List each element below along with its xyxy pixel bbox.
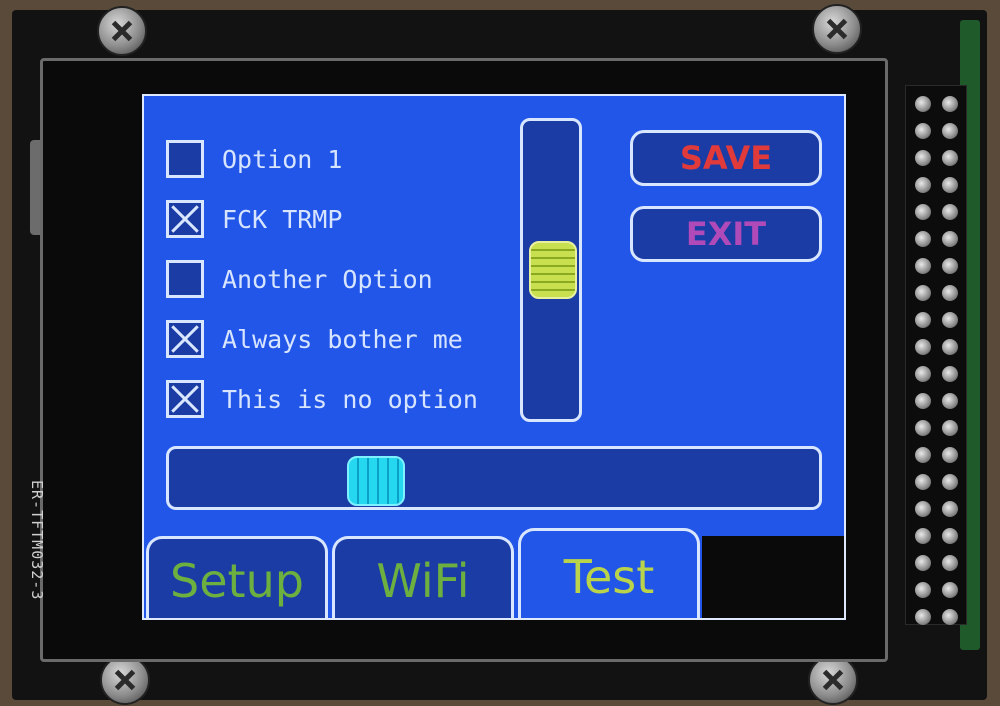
header-pin [914,230,931,247]
header-pin [941,257,958,274]
checkbox-label: FCK TRMP [222,204,343,234]
pin-header [905,85,967,625]
exit-button[interactable]: EXIT [630,206,822,262]
checkbox-box-checked[interactable] [166,200,204,238]
checkbox-option-4[interactable]: Always bother me [166,319,463,359]
header-pin [941,608,958,625]
tab-wifi[interactable]: WiFi [332,536,514,618]
header-pin [914,473,931,490]
header-pin [941,95,958,112]
horizontal-slider[interactable] [166,446,822,510]
model-label: ER-TFTM032-3 [28,480,46,601]
header-pin [941,203,958,220]
header-pin [914,419,931,436]
header-pin [914,500,931,517]
screw-icon [808,655,858,705]
header-pin [914,95,931,112]
checkbox-box[interactable] [166,140,204,178]
checkbox-option-5[interactable]: This is no option [166,379,478,419]
header-pin [914,527,931,544]
checkbox-label: Option 1 [222,144,343,174]
checkbox-label: Always bother me [222,324,463,354]
header-pin [914,122,931,139]
header-pin [941,230,958,247]
header-pin [941,284,958,301]
header-pin [941,149,958,166]
header-pin [914,203,931,220]
checkbox-box-checked[interactable] [166,380,204,418]
tab-test[interactable]: Test [518,528,700,618]
horizontal-slider-thumb[interactable] [346,456,405,506]
header-pin [914,554,931,571]
header-pin [914,257,931,274]
header-pin [914,176,931,193]
header-pin [941,176,958,193]
header-pin [941,338,958,355]
checkbox-label: This is no option [222,384,478,414]
checkbox-option-3[interactable]: Another Option [166,259,433,299]
header-pin [914,608,931,625]
header-pin [914,581,931,598]
checkbox-label: Another Option [222,264,433,294]
checkbox-option-1[interactable]: Option 1 [166,139,342,179]
vertical-slider-thumb[interactable] [529,241,577,299]
screw-icon [97,6,147,56]
header-pin [914,392,931,409]
header-pin [941,122,958,139]
vertical-slider[interactable] [520,118,582,422]
header-pin [941,392,958,409]
screw-icon [100,655,150,705]
header-pin [941,446,958,463]
header-pin [941,581,958,598]
header-pin [941,473,958,490]
header-pin [914,311,931,328]
header-pin [941,500,958,517]
tab-bar-empty [702,536,844,618]
checkbox-option-2[interactable]: FCK TRMP [166,199,342,239]
header-pin [941,419,958,436]
header-pin [941,554,958,571]
header-pin [941,365,958,382]
header-pin [914,365,931,382]
checkbox-box[interactable] [166,260,204,298]
header-pin [914,149,931,166]
header-pin [941,311,958,328]
save-button[interactable]: SAVE [630,130,822,186]
screw-icon [812,4,862,54]
tab-setup[interactable]: Setup [146,536,328,618]
header-pin [941,527,958,544]
header-pin [914,284,931,301]
tft-screen: Option 1 FCK TRMP Another Option Always … [142,94,846,620]
checkbox-box-checked[interactable] [166,320,204,358]
header-pin [914,446,931,463]
header-pin [914,338,931,355]
